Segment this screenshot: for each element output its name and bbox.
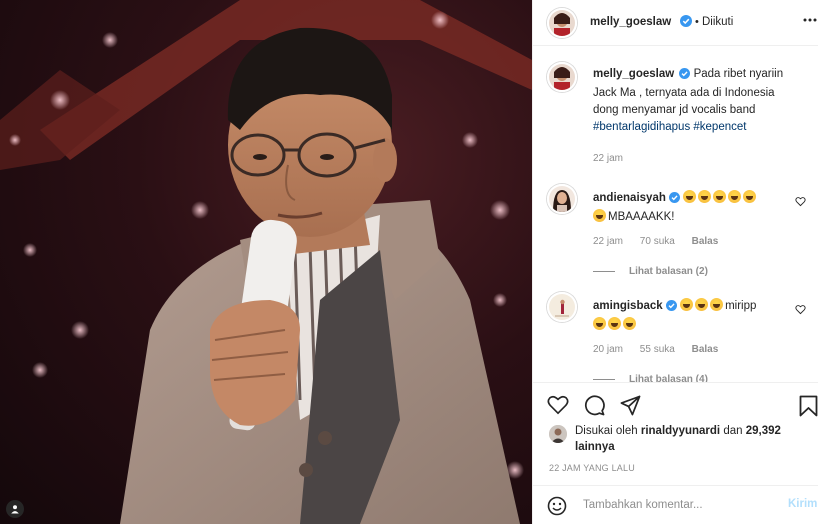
verified-badge-icon <box>665 300 677 317</box>
caption-text-block: melly_goeslaw Pada ribet nyariin Jack Ma… <box>593 66 803 136</box>
likes-connector: dan <box>723 425 743 437</box>
liker-username[interactable]: rinaldyyunardi <box>641 425 720 437</box>
author-avatar[interactable] <box>547 8 577 38</box>
laughing-emoji-icon <box>593 209 606 222</box>
comment-like-heart-icon[interactable] <box>795 196 806 210</box>
comment-input[interactable] <box>583 495 773 515</box>
comments-scroll-area[interactable]: melly_goeslaw Pada ribet nyariin Jack Ma… <box>533 46 818 382</box>
caption-author-avatar[interactable] <box>547 62 577 92</box>
post-side-panel: melly_goeslaw • Diikuti melly_goeslaw Pa… <box>532 0 818 524</box>
view-replies-button[interactable]: Lihat balasan (4) <box>593 374 708 382</box>
comment-reply-button[interactable]: Balas <box>692 344 719 355</box>
comment-like-heart-icon[interactable] <box>795 304 806 318</box>
laughing-emoji-icon <box>593 317 606 330</box>
laughing-emoji-icon <box>623 317 636 330</box>
liker-avatar[interactable] <box>549 425 567 443</box>
emoji-smile-icon[interactable] <box>547 496 567 519</box>
comment-icon[interactable] <box>584 395 605 419</box>
comment-body: MBAAAAKK! <box>608 211 675 223</box>
commenter-avatar[interactable] <box>547 292 577 322</box>
author-username[interactable]: melly_goeslaw <box>590 16 671 28</box>
verified-badge-icon <box>680 15 692 30</box>
post-photo-illustration <box>0 0 532 524</box>
comment-text: andienaisyah MBAAAAKK! <box>593 190 799 226</box>
comment-meta: 22 jam 70 suka Balas <box>593 236 732 247</box>
more-options-icon[interactable] <box>803 13 817 30</box>
caption-author-username[interactable]: melly_goeslaw <box>593 68 674 80</box>
laughing-emoji-icon <box>695 298 709 311</box>
commenter-username[interactable]: andienaisyah <box>593 192 666 204</box>
post-actions: Disukai oleh rinaldyyunardi dan 29,392 l… <box>533 382 818 524</box>
laughing-emoji-icon <box>683 190 697 203</box>
view-replies-button[interactable]: Lihat balasan (2) <box>593 266 708 277</box>
heart-icon[interactable] <box>547 395 569 418</box>
comment-meta: 20 jam 55 suka Balas <box>593 344 732 355</box>
laughing-emoji-icon <box>710 298 724 311</box>
share-icon[interactable] <box>620 395 641 419</box>
verified-badge-icon <box>669 192 681 209</box>
laughing-emoji-icon <box>680 298 694 311</box>
comment-body: miripp <box>725 300 757 312</box>
follow-separator: • <box>695 16 699 28</box>
user-tag-icon[interactable] <box>6 500 24 518</box>
send-comment-button[interactable]: Kirim <box>788 498 817 510</box>
replies-divider <box>593 378 615 380</box>
comment-like-count[interactable]: 55 suka <box>640 344 675 355</box>
view-replies-label: Lihat balasan (4) <box>629 374 708 382</box>
commenter-username[interactable]: amingisback <box>593 300 663 312</box>
follow-status-button[interactable]: Diikuti <box>702 16 733 28</box>
laughing-emoji-icon <box>713 190 727 203</box>
commenter-avatar[interactable] <box>547 184 577 214</box>
verified-badge-icon <box>679 68 691 85</box>
caption-time: 22 jam <box>593 153 624 164</box>
comment-composer: Kirim <box>533 485 818 524</box>
comment-time: 22 jam <box>593 236 624 247</box>
laughing-emoji-icon <box>608 317 621 330</box>
likes-prefix: Disukai oleh <box>575 425 638 437</box>
comment-reply-button[interactable]: Balas <box>692 236 719 247</box>
comment-text: amingisback miripp <box>593 298 799 334</box>
replies-divider <box>593 270 615 272</box>
view-replies-label: Lihat balasan (2) <box>629 266 708 277</box>
bookmark-icon[interactable] <box>799 395 818 420</box>
post-timestamp[interactable]: 22 JAM YANG LALU <box>549 463 635 473</box>
laughing-emoji-icon <box>743 190 757 203</box>
comment-like-count[interactable]: 70 suka <box>640 236 675 247</box>
post-header: melly_goeslaw • Diikuti <box>533 0 818 46</box>
laughing-emoji-icon <box>728 190 742 203</box>
post-photo[interactable] <box>0 0 532 524</box>
caption-hashtags[interactable]: #bentarlagidihapus #kepencet <box>593 121 746 133</box>
comment-time: 20 jam <box>593 344 624 355</box>
laughing-emoji-icon <box>698 190 712 203</box>
